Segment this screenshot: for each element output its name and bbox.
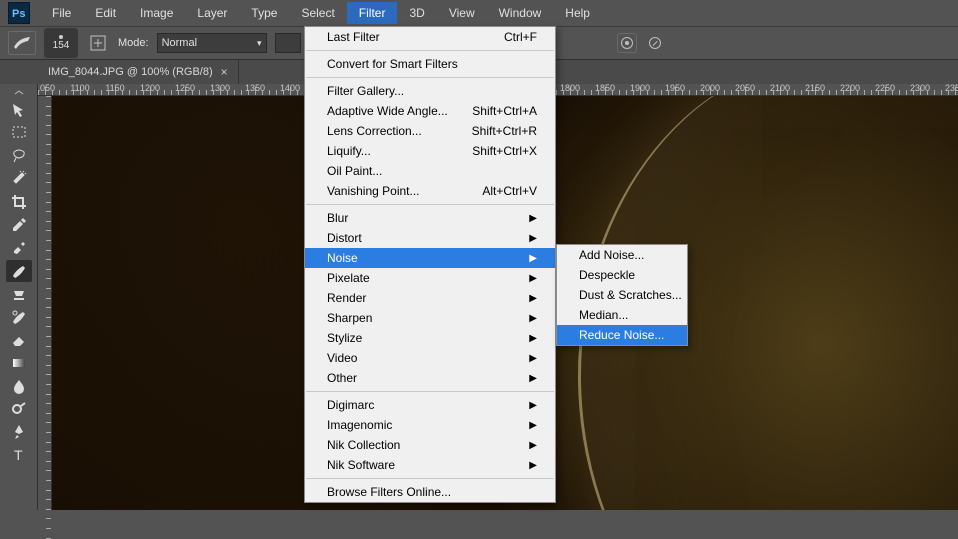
- menu-3d[interactable]: 3D: [397, 2, 436, 24]
- menu-item-digimarc[interactable]: Digimarc▶: [305, 395, 555, 415]
- menu-image[interactable]: Image: [128, 2, 185, 24]
- menu-item-liquify[interactable]: Liquify...Shift+Ctrl+X: [305, 141, 555, 161]
- menu-item-filter-gallery[interactable]: Filter Gallery...: [305, 81, 555, 101]
- dodge-tool[interactable]: [6, 398, 32, 420]
- menu-item-reduce-noise[interactable]: Reduce Noise...: [557, 325, 687, 345]
- menu-separator: [306, 50, 554, 51]
- menu-item-nik-software[interactable]: Nik Software▶: [305, 455, 555, 475]
- menu-separator: [306, 391, 554, 392]
- clone-stamp-tool[interactable]: [6, 283, 32, 305]
- healing-brush-tool[interactable]: [6, 237, 32, 259]
- submenu-arrow-icon: ▶: [529, 400, 537, 411]
- menu-view[interactable]: View: [437, 2, 487, 24]
- menu-item-video[interactable]: Video▶: [305, 348, 555, 368]
- menu-select[interactable]: Select: [289, 2, 346, 24]
- magic-wand-tool[interactable]: [6, 168, 32, 190]
- eraser-tool[interactable]: [6, 329, 32, 351]
- type-tool[interactable]: T: [6, 444, 32, 466]
- submenu-arrow-icon: ▶: [529, 353, 537, 364]
- menu-filter[interactable]: Filter: [347, 2, 398, 24]
- lasso-tool[interactable]: [6, 145, 32, 167]
- menu-separator: [306, 204, 554, 205]
- submenu-arrow-icon: ▶: [529, 253, 537, 264]
- brush-panel-toggle[interactable]: [86, 31, 110, 55]
- brush-tool[interactable]: [6, 260, 32, 282]
- document-tab-title: IMG_8044.JPG @ 100% (RGB/8): [48, 66, 213, 78]
- document-tab[interactable]: IMG_8044.JPG @ 100% (RGB/8) ×: [38, 60, 239, 84]
- menu-item-sharpen[interactable]: Sharpen▶: [305, 308, 555, 328]
- pressure-opacity-toggle[interactable]: [617, 33, 637, 53]
- menu-bar: Ps FileEditImageLayerTypeSelectFilter3DV…: [0, 0, 958, 26]
- menu-item-oil-paint[interactable]: Oil Paint...: [305, 161, 555, 181]
- menu-item-pixelate[interactable]: Pixelate▶: [305, 268, 555, 288]
- menu-item-blur[interactable]: Blur▶: [305, 208, 555, 228]
- blur-tool[interactable]: [6, 375, 32, 397]
- move-tool[interactable]: [6, 99, 32, 121]
- noise-submenu: Add Noise...DespeckleDust & Scratches...…: [556, 244, 688, 346]
- vertical-ruler: [38, 96, 52, 510]
- submenu-arrow-icon: ▶: [529, 293, 537, 304]
- current-tool-preset[interactable]: [8, 31, 36, 55]
- menu-item-adaptive-wide-angle[interactable]: Adaptive Wide Angle...Shift+Ctrl+A: [305, 101, 555, 121]
- mode-label: Mode:: [118, 37, 149, 49]
- menu-item-despeckle[interactable]: Despeckle: [557, 265, 687, 285]
- filter-menu: Last FilterCtrl+F Convert for Smart Filte…: [304, 26, 556, 503]
- submenu-arrow-icon: ▶: [529, 373, 537, 384]
- submenu-arrow-icon: ▶: [529, 233, 537, 244]
- option-swatch-1[interactable]: [275, 33, 301, 53]
- menu-separator: [306, 77, 554, 78]
- menu-type[interactable]: Type: [239, 2, 289, 24]
- history-brush-tool[interactable]: [6, 306, 32, 328]
- menu-item-noise[interactable]: Noise▶: [305, 248, 555, 268]
- close-tab-icon[interactable]: ×: [221, 65, 228, 79]
- marquee-tool[interactable]: [6, 122, 32, 144]
- blend-mode-select[interactable]: Normal ▾: [157, 33, 267, 53]
- menu-item-browse-filters-online[interactable]: Browse Filters Online...: [305, 482, 555, 502]
- menu-item-imagenomic[interactable]: Imagenomic▶: [305, 415, 555, 435]
- gradient-tool[interactable]: [6, 352, 32, 374]
- menu-item-stylize[interactable]: Stylize▶: [305, 328, 555, 348]
- eyedropper-tool[interactable]: [6, 214, 32, 236]
- submenu-arrow-icon: ▶: [529, 460, 537, 471]
- submenu-arrow-icon: ▶: [529, 333, 537, 344]
- menu-item-nik-collection[interactable]: Nik Collection▶: [305, 435, 555, 455]
- pen-tool[interactable]: [6, 421, 32, 443]
- menu-item-other[interactable]: Other▶: [305, 368, 555, 388]
- menu-item-last-filter[interactable]: Last FilterCtrl+F: [305, 27, 555, 47]
- submenu-arrow-icon: ▶: [529, 420, 537, 431]
- menu-item-dust-scratches[interactable]: Dust & Scratches...: [557, 285, 687, 305]
- menu-layer[interactable]: Layer: [185, 2, 239, 24]
- expand-toolbox-icon[interactable]: [12, 90, 26, 96]
- tool-panel: T: [0, 84, 38, 510]
- menu-item-distort[interactable]: Distort▶: [305, 228, 555, 248]
- menu-item-render[interactable]: Render▶: [305, 288, 555, 308]
- menu-item-vanishing-point[interactable]: Vanishing Point...Alt+Ctrl+V: [305, 181, 555, 201]
- menu-window[interactable]: Window: [487, 2, 554, 24]
- menu-file[interactable]: File: [40, 2, 83, 24]
- menu-separator: [306, 478, 554, 479]
- submenu-arrow-icon: ▶: [529, 440, 537, 451]
- menu-item-convert-for-smart-filters[interactable]: Convert for Smart Filters: [305, 54, 555, 74]
- menu-item-lens-correction[interactable]: Lens Correction...Shift+Ctrl+R: [305, 121, 555, 141]
- svg-text:Ps: Ps: [12, 8, 25, 20]
- svg-text:T: T: [14, 447, 23, 463]
- menu-item-median[interactable]: Median...: [557, 305, 687, 325]
- submenu-arrow-icon: ▶: [529, 313, 537, 324]
- crop-tool[interactable]: [6, 191, 32, 213]
- submenu-arrow-icon: ▶: [529, 213, 537, 224]
- menu-help[interactable]: Help: [553, 2, 602, 24]
- submenu-arrow-icon: ▶: [529, 273, 537, 284]
- menu-item-add-noise[interactable]: Add Noise...: [557, 245, 687, 265]
- brush-preset-picker[interactable]: 154: [44, 28, 78, 58]
- app-logo: Ps: [8, 2, 30, 24]
- pressure-size-toggle[interactable]: [645, 33, 665, 53]
- menu-edit[interactable]: Edit: [83, 2, 128, 24]
